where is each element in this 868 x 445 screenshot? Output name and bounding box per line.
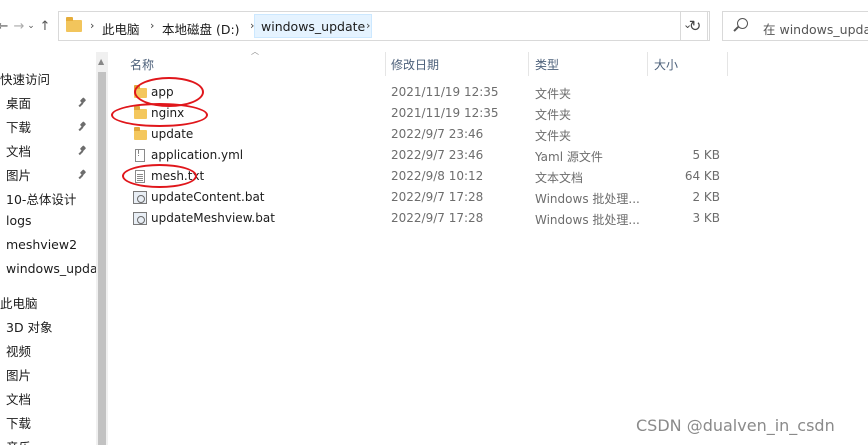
pin-icon (79, 98, 87, 106)
folder-icon (66, 17, 82, 32)
table-row[interactable]: ! application.yml 2022/9/7 23:46 Yaml 源文… (108, 146, 868, 167)
scrollbar-thumb[interactable] (98, 72, 106, 445)
text-file-icon (135, 170, 145, 183)
pin-icon (79, 146, 87, 154)
breadcrumb[interactable]: › 此电脑 › 本地磁盘 (D:) › windows_update › ⌄ (58, 11, 708, 41)
nav-item-music[interactable]: 音乐 (6, 437, 31, 445)
folder-icon (134, 127, 147, 140)
column-divider[interactable] (727, 52, 728, 76)
file-name[interactable]: updateContent.bat (151, 190, 265, 204)
column-divider[interactable] (647, 52, 648, 76)
file-name[interactable]: application.yml (151, 148, 243, 162)
column-header-size[interactable]: 大小 (654, 56, 678, 73)
file-type: 文件夹 (535, 87, 572, 101)
nav-scrollbar[interactable]: ▲ (96, 52, 108, 445)
search-icon (737, 18, 748, 29)
column-header-date[interactable]: 修改日期 (391, 56, 439, 73)
chevron-right-icon[interactable]: › (150, 19, 154, 32)
nav-quick-access[interactable]: 快速访问 (0, 69, 50, 88)
table-row[interactable]: update 2022/9/7 23:46 文件夹 (108, 125, 868, 146)
breadcrumb-windows-update[interactable]: windows_update (254, 14, 373, 38)
nav-item-downloads[interactable]: 下载 (6, 117, 31, 136)
chevron-down-icon: ⌄ (27, 21, 35, 31)
file-type: 文件夹 (535, 129, 572, 143)
batch-file-icon (133, 191, 147, 204)
file-name[interactable]: update (151, 127, 193, 141)
column-header-type[interactable]: 类型 (535, 56, 559, 73)
folder-icon (134, 85, 147, 98)
nav-item-pc-pictures[interactable]: 图片 (6, 365, 31, 384)
chevron-right-icon[interactable]: › (366, 19, 370, 32)
file-type: 文件夹 (535, 108, 572, 122)
file-type: 文本文档 (535, 171, 584, 185)
chevron-right-icon[interactable]: › (90, 19, 94, 32)
file-list: ︿ 名称 修改日期 类型 大小 app 2021/11/19 12:35 文件夹… (108, 47, 868, 445)
file-name[interactable]: updateMeshview.bat (151, 211, 275, 225)
file-date: 2022/9/7 23:46 (391, 148, 484, 162)
file-date: 2022/9/7 17:28 (391, 190, 484, 204)
nav-item-videos[interactable]: 视频 (6, 341, 31, 360)
address-bar: ← → ⌄ ↑ › 此电脑 › 本地磁盘 (D:) › windows_upda… (0, 0, 868, 52)
file-name[interactable]: nginx (151, 106, 184, 120)
column-divider[interactable] (385, 52, 386, 76)
watermark: CSDN @dualven_in_csdn (636, 416, 835, 435)
file-type: Yaml 源文件 (535, 150, 603, 164)
refresh-icon: ↻ (688, 17, 702, 35)
batch-file-icon (133, 212, 147, 225)
scroll-up-icon[interactable]: ▲ (98, 57, 104, 66)
file-date: 2022/9/8 10:12 (391, 169, 484, 183)
column-divider[interactable] (528, 52, 529, 76)
file-type: Windows 批处理... (535, 192, 640, 206)
up-button[interactable]: ↑ (36, 14, 54, 38)
file-date: 2021/11/19 12:35 (391, 85, 499, 99)
yaml-file-icon: ! (135, 149, 145, 162)
file-size: 64 KB (684, 169, 720, 183)
file-size: 5 KB (692, 148, 720, 162)
nav-this-pc[interactable]: 此电脑 (0, 293, 38, 312)
file-size: 2 KB (692, 190, 720, 204)
pin-icon (79, 170, 87, 178)
file-size: 3 KB (692, 211, 720, 225)
file-name[interactable]: app (151, 85, 174, 99)
file-date: 2022/9/7 17:28 (391, 211, 484, 225)
nav-item-pc-documents[interactable]: 文档 (6, 389, 31, 408)
table-row[interactable]: mesh.txt 2022/9/8 10:12 文本文档 64 KB (108, 167, 868, 188)
breadcrumb-this-pc[interactable]: 此电脑 (102, 19, 140, 38)
table-row[interactable]: app 2021/11/19 12:35 文件夹 (108, 83, 868, 104)
arrow-up-icon: ↑ (39, 18, 51, 34)
folder-icon (134, 106, 147, 119)
sort-ascending-icon: ︿ (251, 47, 259, 56)
nav-item-3d-objects[interactable]: 3D 对象 (6, 317, 53, 336)
navigation-pane: 快速访问 桌面 下载 文档 图片 10-总体设计 logs meshview2 … (0, 52, 96, 445)
file-name[interactable]: mesh.txt (151, 169, 204, 183)
file-date: 2022/9/7 23:46 (391, 127, 484, 141)
nav-item-meshview2[interactable]: meshview2 (6, 237, 77, 252)
arrow-left-icon: ← (0, 18, 9, 34)
nav-item-logs[interactable]: logs (6, 213, 32, 228)
breadcrumb-label: windows_update (261, 18, 366, 34)
search-box[interactable]: 在 windows_updat (722, 11, 868, 41)
nav-item-desktop[interactable]: 桌面 (6, 93, 31, 112)
breadcrumb-local-disk[interactable]: 本地磁盘 (D:) (162, 19, 240, 38)
pin-icon (79, 122, 87, 130)
table-row[interactable]: updateMeshview.bat 2022/9/7 17:28 Window… (108, 209, 868, 230)
nav-item-windows-update[interactable]: windows_upda (6, 261, 96, 276)
nav-item-documents[interactable]: 文档 (6, 141, 31, 160)
nav-item-design[interactable]: 10-总体设计 (6, 189, 76, 208)
file-type: Windows 批处理... (535, 213, 640, 227)
table-row[interactable]: updateContent.bat 2022/9/7 17:28 Windows… (108, 188, 868, 209)
nav-item-pc-downloads[interactable]: 下载 (6, 413, 31, 432)
file-date: 2021/11/19 12:35 (391, 106, 499, 120)
refresh-button[interactable]: ↻ (680, 11, 710, 41)
nav-item-pictures[interactable]: 图片 (6, 165, 31, 184)
table-row[interactable]: nginx 2021/11/19 12:35 文件夹 (108, 104, 868, 125)
search-input[interactable]: 在 windows_updat (763, 19, 868, 38)
column-header-name[interactable]: 名称 (130, 56, 154, 73)
